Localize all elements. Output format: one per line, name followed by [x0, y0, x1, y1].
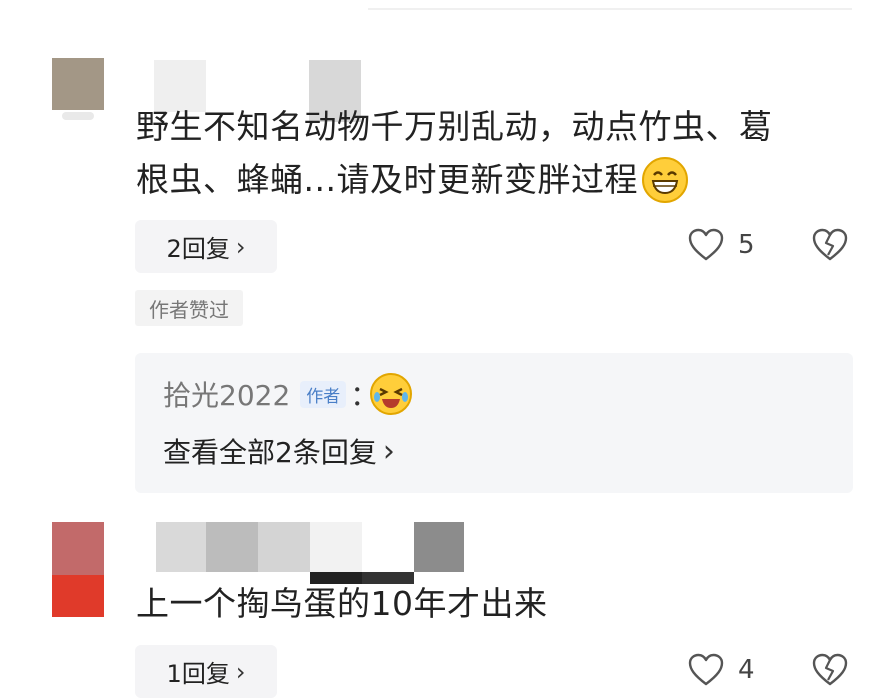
heart-outline-icon — [688, 228, 724, 262]
author-tag-badge: 作者 — [300, 380, 347, 408]
view-all-replies-label: 查看全部2条回复 — [163, 436, 377, 469]
comment-item-1: 野生不知名动物千万别乱动，动点竹虫、葛 根虫、蜂蛹...请及时更新变胖过程 2回… — [0, 40, 896, 500]
top-divider — [368, 8, 852, 10]
broken-heart-icon — [812, 653, 848, 687]
reply-count-label: 1回复 — [166, 660, 230, 688]
like-count: 5 — [738, 230, 755, 260]
reply-author-name[interactable]: 拾光2022 — [163, 374, 290, 414]
like-count: 4 — [738, 655, 755, 685]
reply-count-label: 2回复 — [166, 235, 230, 263]
dislike-button[interactable] — [812, 228, 848, 262]
reply-count-button[interactable]: 2回复 › — [135, 220, 277, 273]
dislike-button[interactable] — [812, 653, 848, 687]
reply-preview-panel[interactable]: 拾光2022 作者 ： 查看全部2条回复 › — [135, 353, 853, 493]
chevron-right-icon: › — [235, 657, 246, 686]
broken-heart-icon — [812, 228, 848, 262]
reply-count-button[interactable]: 1回复 › — [135, 645, 277, 698]
avatar-shadow — [62, 112, 94, 120]
like-button[interactable]: 4 — [688, 653, 755, 687]
avatar[interactable] — [52, 522, 104, 578]
avatar[interactable] — [52, 58, 104, 110]
comment-text-line-1: 野生不知名动物千万别乱动，动点竹虫、葛 — [136, 107, 773, 146]
comment-text: 上一个掏鸟蛋的10年才出来 — [136, 584, 548, 623]
crying-laughing-face-icon — [370, 373, 413, 415]
comment-text-line-2: 根虫、蜂蛹...请及时更新变胖过程 — [136, 153, 688, 206]
comment-item-2: 上一个掏鸟蛋的10年才出来 1回复 › 4 — [0, 505, 896, 698]
comment-text-line-2-text: 根虫、蜂蛹...请及时更新变胖过程 — [136, 160, 638, 199]
heart-outline-icon — [688, 653, 724, 687]
like-button[interactable]: 5 — [688, 228, 755, 262]
reply-preview-header: 拾光2022 作者 ： — [163, 373, 413, 415]
chevron-right-icon: › — [235, 232, 246, 261]
author-liked-badge: 作者赞过 — [135, 290, 243, 326]
view-all-replies-link[interactable]: 查看全部2条回复 › — [163, 431, 395, 471]
chevron-right-icon: › — [382, 433, 395, 469]
grinning-face-icon — [641, 156, 688, 203]
avatar-lower — [52, 575, 104, 617]
